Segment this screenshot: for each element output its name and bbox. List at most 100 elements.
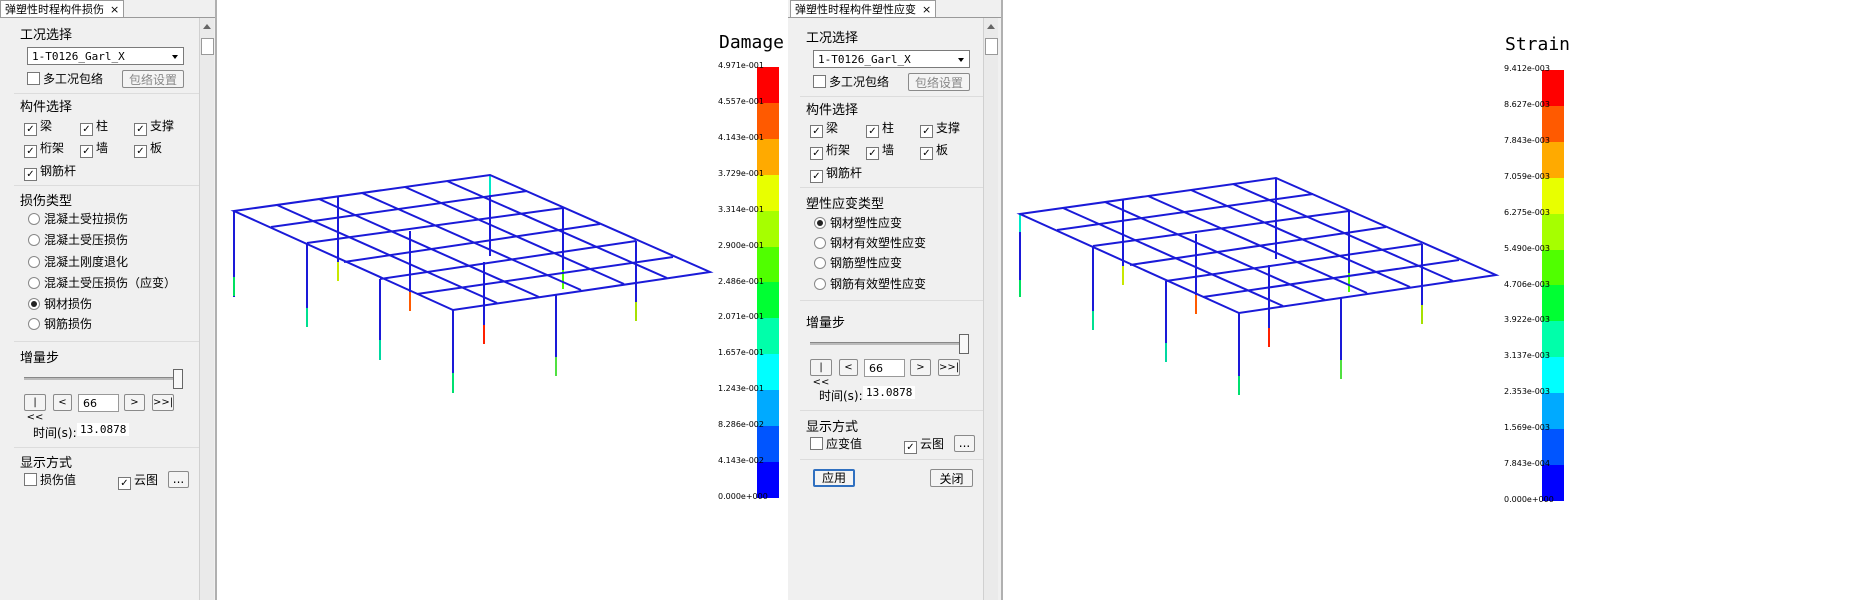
- tab-divider: [0, 17, 215, 18]
- damage-type-radio-5[interactable]: 钢材损伤: [28, 297, 92, 311]
- envelope-settings-button[interactable]: 包络设置: [122, 70, 184, 88]
- strain-control-panel: 弹塑性时程构件塑性应变 × 工况选择 1-T0126_Garl_X 多工况包络 包…: [788, 0, 1001, 600]
- legend-tick-label: 2.486e-001: [718, 276, 764, 286]
- tab-strain[interactable]: 弹塑性时程构件塑性应变 ×: [790, 0, 937, 18]
- legend-tick-label: 1.243e-001: [718, 384, 764, 394]
- cloud-map-checkbox[interactable]: ✓ 云图: [904, 437, 944, 454]
- case-select[interactable]: 1-T0126_Garl_X: [27, 47, 184, 65]
- member-checkbox-wall[interactable]: ✓ 墙: [866, 143, 894, 160]
- legend-tick-label: 2.071e-001: [718, 312, 764, 322]
- legend-tick-label: 7.843e-004: [1504, 459, 1550, 469]
- chevron-down-icon: [958, 58, 964, 62]
- member-checkbox-rebar[interactable]: ✓ 钢筋杆: [24, 164, 76, 181]
- legend-tick-label: 3.922e-003: [1504, 315, 1550, 325]
- step-section-title: 增量步: [806, 316, 846, 331]
- legend-tick-label: 3.314e-001: [718, 204, 764, 214]
- prev-step-button[interactable]: <: [839, 359, 858, 376]
- panel-scrollbar[interactable]: [983, 18, 998, 600]
- beam: [1062, 207, 1284, 307]
- prev-step-button[interactable]: <: [53, 394, 72, 411]
- step-slider-track[interactable]: [24, 377, 180, 380]
- case-select[interactable]: 1-T0126_Garl_X: [813, 50, 970, 68]
- legend-tick-label: 3.137e-003: [1504, 351, 1550, 361]
- member-checkbox-brace[interactable]: ✓ 支撑: [134, 119, 174, 136]
- beam: [416, 256, 674, 295]
- legend-tick-label: 6.275e-003: [1504, 207, 1550, 217]
- legend-tick-label: 4.557e-001: [718, 96, 764, 106]
- damage-type-radio-1[interactable]: 混凝土受拉损伤: [28, 212, 128, 226]
- scroll-up-icon[interactable]: [203, 24, 211, 29]
- first-step-button[interactable]: |<<: [810, 359, 832, 388]
- case-section-title: 工况选择: [806, 31, 859, 46]
- panel-scrollbar[interactable]: [199, 18, 214, 600]
- step-input[interactable]: 66: [864, 359, 905, 377]
- beam: [276, 204, 498, 304]
- damage-type-radio-3[interactable]: 混凝土刚度退化: [28, 255, 128, 269]
- step-slider-handle[interactable]: [173, 369, 183, 389]
- last-step-button[interactable]: >>|: [938, 359, 960, 376]
- legend-tick-label: 0.000e+000: [718, 492, 768, 501]
- chevron-down-icon: [172, 55, 178, 59]
- member-checkbox-wall[interactable]: ✓ 墙: [80, 141, 108, 158]
- damage-type-radio-2[interactable]: 混凝土受压损伤: [28, 233, 128, 247]
- member-checkbox-slab[interactable]: ✓ 板: [920, 143, 948, 160]
- legend-tick-label: 2.900e-001: [718, 240, 764, 250]
- display-section-title: 显示方式: [806, 420, 859, 435]
- damage-type-radio-4[interactable]: 混凝土受压损伤（应变）: [28, 276, 176, 290]
- legend-tick-label: 4.143e-001: [718, 132, 764, 142]
- multi-case-checkbox[interactable]: 多工况包络: [813, 75, 889, 89]
- scroll-thumb[interactable]: [201, 38, 214, 55]
- cloud-map-checkbox[interactable]: ✓ 云图: [118, 473, 158, 490]
- show-value-checkbox[interactable]: 应变值: [810, 437, 862, 451]
- legend-tick-label: 3.729e-001: [718, 168, 764, 178]
- strain-type-radio-2[interactable]: 钢材有效塑性应变: [814, 236, 926, 250]
- member-checkbox-column[interactable]: ✓ 柱: [866, 121, 894, 138]
- strain-type-radio-3[interactable]: 钢筋塑性应变: [814, 256, 902, 270]
- legend-tick-label: 1.569e-003: [1504, 423, 1550, 433]
- damage-type-section-title: 损伤类型: [20, 194, 73, 209]
- strain-type-radio-4[interactable]: 钢筋有效塑性应变: [814, 277, 926, 291]
- damage-viewport[interactable]: Damage 4.971e-001 4.557e-001 4.143e-001 3.7…: [215, 0, 788, 600]
- damage-type-radio-6[interactable]: 钢筋损伤: [28, 317, 92, 331]
- case-select-value: 1-T0126_Garl_X: [32, 50, 125, 63]
- member-checkbox-beam[interactable]: ✓ 梁: [24, 119, 52, 136]
- member-checkbox-brace[interactable]: ✓ 支撑: [920, 121, 960, 138]
- strain-viewport[interactable]: Strain 9.412e-003 8.627e-003 7.843e-003 7.0…: [1001, 0, 1849, 600]
- member-checkbox-column[interactable]: ✓ 柱: [80, 119, 108, 136]
- tab-label: 弹塑性时程构件损伤: [5, 3, 104, 16]
- strain-type-radio-1[interactable]: 钢材塑性应变: [814, 216, 902, 230]
- tab-damage[interactable]: 弹塑性时程构件损伤 ×: [0, 0, 125, 18]
- next-step-button[interactable]: >: [124, 394, 145, 411]
- beam: [318, 198, 540, 298]
- apply-button[interactable]: 应用: [813, 469, 855, 487]
- next-step-button[interactable]: >: [910, 359, 931, 376]
- frame-model-damage: [230, 173, 714, 393]
- scroll-thumb[interactable]: [985, 38, 998, 55]
- time-label: 时间(s):: [819, 389, 863, 403]
- envelope-settings-button[interactable]: 包络设置: [908, 73, 970, 91]
- member-checkbox-truss[interactable]: ✓ 桁架: [24, 141, 64, 158]
- close-button[interactable]: 关闭: [930, 469, 973, 487]
- time-label: 时间(s):: [33, 426, 77, 440]
- show-value-checkbox[interactable]: 损伤值: [24, 473, 76, 487]
- step-input[interactable]: 66: [78, 394, 119, 412]
- member-checkbox-slab[interactable]: ✓ 板: [134, 141, 162, 158]
- first-step-button[interactable]: |<<: [24, 394, 46, 423]
- step-slider-handle[interactable]: [959, 334, 969, 354]
- close-icon[interactable]: ×: [110, 3, 119, 16]
- member-checkbox-rebar[interactable]: ✓ 钢筋杆: [810, 166, 862, 183]
- damage-control-panel: 弹塑性时程构件损伤 × 工况选择 1-T0126_Garl_X 多工况包络 包络设…: [0, 0, 215, 600]
- beam: [1202, 259, 1460, 298]
- frame-model-strain: [1016, 176, 1500, 395]
- multi-case-checkbox[interactable]: 多工况包络: [27, 72, 103, 86]
- member-checkbox-truss[interactable]: ✓ 桁架: [810, 143, 850, 160]
- scroll-up-icon[interactable]: [987, 24, 995, 29]
- member-checkbox-beam[interactable]: ✓ 梁: [810, 121, 838, 138]
- more-options-button[interactable]: ...: [954, 435, 975, 452]
- step-slider-track[interactable]: [810, 342, 966, 345]
- close-icon[interactable]: ×: [922, 3, 931, 16]
- more-options-button[interactable]: ...: [168, 471, 189, 488]
- last-step-button[interactable]: >>|: [152, 394, 174, 411]
- legend-tick-label: 0.000e+000: [1504, 495, 1554, 504]
- display-section-title: 显示方式: [20, 456, 73, 471]
